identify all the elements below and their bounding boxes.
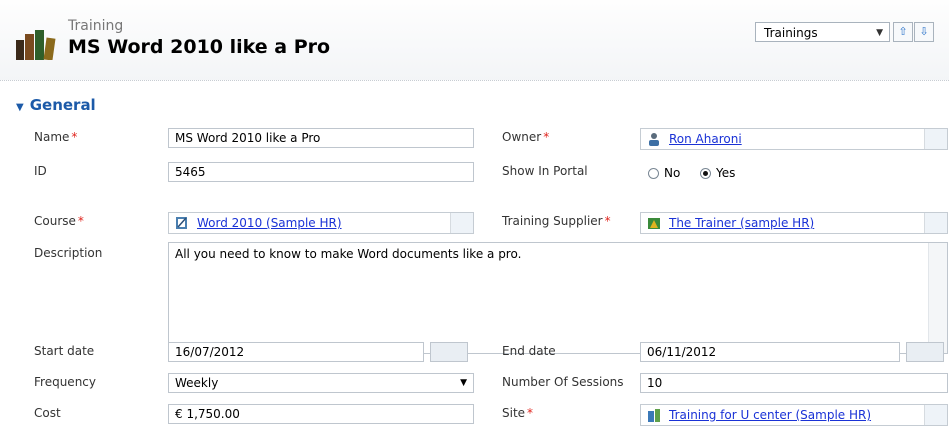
course-label: Course * — [34, 214, 84, 228]
collapse-arrow-icon: ▼ — [16, 102, 24, 113]
arrow-down-icon: ⇩ — [919, 25, 929, 38]
number-of-sessions-label: Number Of Sessions — [502, 375, 624, 389]
description-textarea[interactable]: All you need to know to make Word docume… — [168, 242, 948, 354]
lookup-search-icon[interactable] — [924, 213, 947, 233]
id-input[interactable]: 5465 — [168, 162, 474, 182]
calendar-icon[interactable] — [430, 342, 468, 362]
required-marker: * — [527, 406, 534, 420]
arrow-up-icon: ⇧ — [898, 25, 908, 38]
site-label: Site * — [502, 406, 534, 420]
site-link[interactable]: Training for U center (Sample HR) — [669, 408, 871, 422]
training-books-icon — [16, 30, 56, 60]
user-icon — [649, 133, 659, 146]
show-in-portal-radio-group: No Yes — [648, 166, 735, 180]
required-marker: * — [543, 130, 550, 144]
supplier-icon — [648, 218, 660, 229]
lookup-search-icon[interactable] — [924, 405, 947, 425]
required-marker: * — [604, 214, 611, 228]
record-navigation-select[interactable]: Trainings ▼ — [755, 22, 890, 42]
record-navigation-value: Trainings — [764, 26, 818, 40]
description-label: Description — [34, 246, 103, 260]
owner-lookup[interactable]: Ron Aharoni — [640, 128, 948, 150]
frequency-select[interactable]: Weekly ▼ — [168, 373, 474, 393]
chevron-down-icon: ▼ — [876, 28, 883, 38]
end-date-input[interactable]: 06/11/2012 — [640, 342, 900, 362]
cost-input[interactable]: € 1,750.00 — [168, 404, 474, 424]
description-text: All you need to know to make Word docume… — [175, 247, 522, 261]
lookup-search-icon[interactable] — [450, 213, 473, 233]
next-record-button[interactable]: ⇩ — [914, 22, 934, 42]
owner-label: Owner * — [502, 130, 550, 144]
section-title: General — [29, 96, 96, 114]
show-in-portal-label: Show In Portal — [502, 164, 588, 178]
lookup-search-icon[interactable] — [924, 129, 947, 149]
building-icon — [648, 409, 660, 422]
training-supplier-link[interactable]: The Trainer (sample HR) — [669, 216, 814, 230]
training-supplier-label: Training Supplier * — [502, 214, 611, 228]
number-of-sessions-input[interactable]: 10 — [640, 373, 948, 393]
name-input[interactable]: MS Word 2010 like a Pro — [168, 128, 474, 148]
start-date-input[interactable]: 16/07/2012 — [168, 342, 424, 362]
description-scrollbar[interactable] — [928, 243, 947, 353]
course-icon — [176, 217, 187, 229]
owner-link[interactable]: Ron Aharoni — [669, 132, 742, 146]
chevron-down-icon: ▼ — [460, 378, 467, 388]
required-marker: * — [77, 214, 84, 228]
course-lookup[interactable]: Word 2010 (Sample HR) — [168, 212, 474, 234]
entity-label: Training — [68, 18, 124, 34]
previous-record-button[interactable]: ⇧ — [893, 22, 913, 42]
frequency-value: Weekly — [175, 376, 219, 390]
end-date-label: End date — [502, 344, 556, 358]
frequency-label: Frequency — [34, 375, 96, 389]
training-supplier-lookup[interactable]: The Trainer (sample HR) — [640, 212, 948, 234]
cost-label: Cost — [34, 406, 61, 420]
start-date-label: Start date — [34, 344, 95, 358]
record-title: MS Word 2010 like a Pro — [68, 36, 331, 58]
required-marker: * — [71, 130, 78, 144]
calendar-icon[interactable] — [906, 342, 944, 362]
id-label: ID — [34, 164, 47, 178]
course-link[interactable]: Word 2010 (Sample HR) — [197, 216, 342, 230]
radio-no-label: No — [664, 166, 681, 180]
section-toggle-general[interactable]: ▼ General — [16, 96, 96, 114]
radio-yes[interactable] — [699, 168, 711, 179]
site-lookup[interactable]: Training for U center (Sample HR) — [640, 404, 948, 426]
radio-no[interactable] — [648, 168, 659, 179]
name-label: Name * — [34, 130, 78, 144]
radio-yes-label: Yes — [715, 166, 736, 180]
